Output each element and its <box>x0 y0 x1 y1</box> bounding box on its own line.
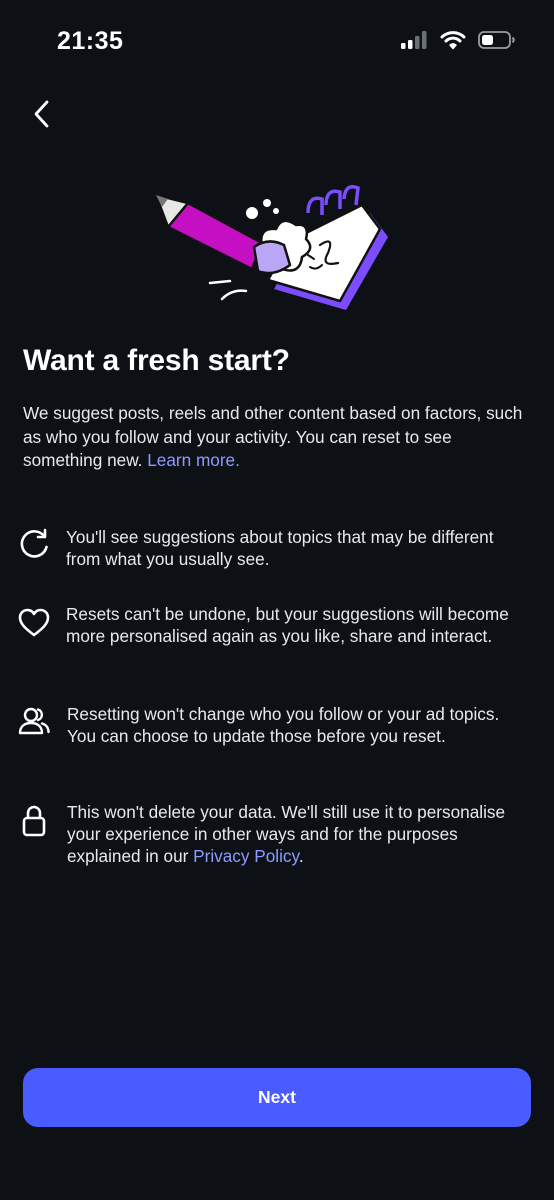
back-button[interactable] <box>24 94 60 134</box>
item-text: Resetting won't change who you follow or… <box>67 704 500 746</box>
status-bar: 21:35 <box>0 0 554 84</box>
status-icons <box>400 30 516 50</box>
next-button[interactable]: Next <box>23 1068 531 1127</box>
page-title: Want a fresh start? <box>23 344 290 377</box>
learn-more-link[interactable]: Learn more. <box>147 450 240 470</box>
heart-icon <box>15 604 53 642</box>
lock-icon <box>15 802 53 840</box>
refresh-icon <box>15 525 53 563</box>
wifi-icon <box>440 31 466 50</box>
privacy-policy-link[interactable]: Privacy Policy <box>193 846 299 866</box>
status-time: 21:35 <box>57 27 124 55</box>
item-text: Resets can't be undone, but your suggest… <box>66 604 509 646</box>
cellular-signal-icon <box>401 31 427 49</box>
item-text: You'll see suggestions about topics that… <box>66 527 494 569</box>
intro-text: We suggest posts, reels and other conten… <box>23 402 523 473</box>
intro-body: We suggest posts, reels and other conten… <box>23 403 523 470</box>
people-icon <box>15 702 53 740</box>
item-text-suffix: . <box>298 846 304 866</box>
pencil-notebook-illustration <box>154 185 388 310</box>
chevron-left-icon <box>34 100 49 128</box>
item-text: This won't delete your data. We'll still… <box>67 801 517 867</box>
battery-icon <box>478 31 515 49</box>
